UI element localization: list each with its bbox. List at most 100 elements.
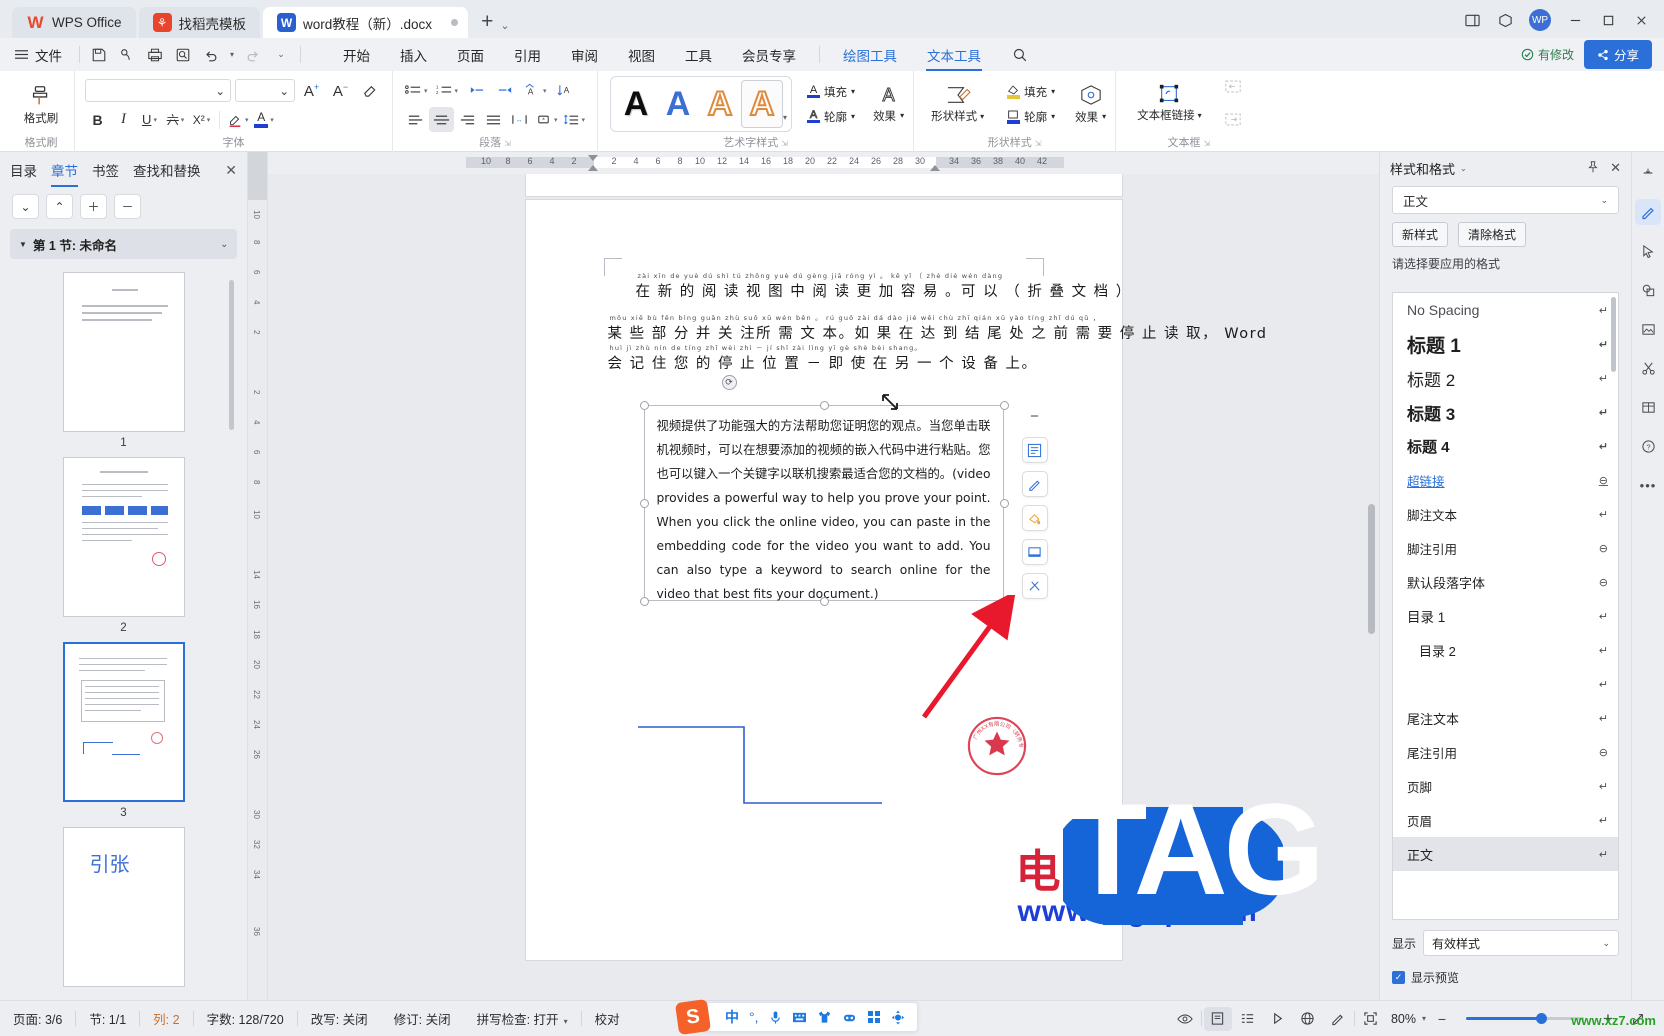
style-item-toc-2[interactable]: 目录 2 ↵ — [1393, 633, 1618, 667]
text-box-content[interactable]: 视频提供了功能强大的方法帮助您证明您的观点。当您单击联机视频时，可以在想要添加的… — [645, 406, 1003, 616]
pinyin-guide-icon[interactable]: A ▾ — [522, 78, 549, 103]
status-revision[interactable]: 修订: 关闭 — [381, 1009, 464, 1028]
pen-icon[interactable] — [1324, 1007, 1352, 1031]
skin-icon[interactable] — [817, 1010, 832, 1024]
wordart-more-caret-icon[interactable]: ▾ — [783, 80, 787, 128]
tab-page[interactable]: 页面 — [442, 40, 499, 70]
number-list-icon[interactable]: 1 2 ▾ — [434, 78, 461, 103]
wordart-sample-selected[interactable]: A — [741, 80, 784, 128]
style-item-footnote-reference[interactable]: 脚注引用 ⊖ — [1393, 531, 1618, 565]
layout-options-icon[interactable] — [1021, 437, 1048, 463]
font-name-select[interactable]: ⌄ — [85, 79, 231, 102]
wordart-fill-button[interactable]: A 填充 ▾ — [802, 81, 860, 103]
zoom-slider-knob[interactable] — [1536, 1013, 1547, 1024]
table-icon[interactable] — [1635, 394, 1661, 420]
style-item-footer[interactable]: 页脚 ↵ — [1393, 769, 1618, 803]
textbox-link-button[interactable]: 文本框链接 ▾ — [1132, 81, 1207, 125]
microphone-icon[interactable] — [769, 1010, 782, 1025]
page-thumbnail[interactable] — [62, 642, 185, 802]
share-button[interactable]: 分享 — [1583, 40, 1652, 69]
edit-pen-icon[interactable] — [1635, 199, 1661, 225]
page-thumbnail[interactable] — [62, 272, 185, 432]
chevron-up-icon[interactable]: ⌃ — [46, 194, 73, 219]
save-icon[interactable] — [85, 43, 113, 67]
wordart-sample-orange[interactable]: A — [699, 80, 741, 128]
section-header[interactable]: ▼ 第 1 节: 未命名 ⌄ — [10, 229, 237, 259]
undo-caret-icon[interactable]: ▾ — [225, 43, 239, 67]
tab-insert[interactable]: 插入 — [385, 40, 442, 70]
tab-member[interactable]: 会员专享 — [727, 40, 811, 70]
tab-view[interactable]: 视图 — [613, 40, 670, 70]
page-thumbnail-list[interactable]: 1 2 3 引张 — [0, 264, 247, 1000]
zoom-level[interactable]: 80% — [1387, 1012, 1420, 1026]
next-textbox-icon[interactable] — [1221, 107, 1246, 132]
zoom-caret-icon[interactable]: ▾ — [1422, 1014, 1426, 1023]
line-spacing-icon[interactable]: ▾ — [561, 107, 588, 132]
thumbnail-item[interactable]: 引张 — [0, 827, 247, 987]
vertical-align-icon[interactable]: ▾ — [533, 107, 560, 132]
document-line-1[interactable]: 在 新 的 阅 读 视 图 中 阅 读 更 加 容 易 。可 以 （ 折 叠 文… — [636, 280, 1132, 301]
dialog-launcher-icon[interactable]: ⇲ — [781, 135, 788, 152]
highlight-color-button[interactable]: ▾ — [225, 107, 251, 132]
resize-handle-mr[interactable] — [999, 499, 1009, 508]
style-item-body-text[interactable]: 正文 ↵ — [1393, 837, 1618, 871]
status-column[interactable]: 列: 2 — [140, 1009, 192, 1028]
align-right-icon[interactable] — [455, 107, 480, 132]
file-menu-button[interactable]: 文件 — [0, 45, 74, 65]
document-page[interactable]: zài xīn de yuè dú shì tú zhōng yuè dú gè… — [525, 200, 1266, 960]
horizontal-ruler[interactable]: 10 8 6 4 2 2 4 6 8 10 12 14 16 18 20 22 … — [268, 152, 1379, 174]
nav-tab-sections[interactable]: 章节 — [51, 152, 78, 189]
image-icon[interactable] — [1635, 316, 1661, 342]
scissors-icon[interactable] — [1635, 355, 1661, 381]
bullet-list-icon[interactable]: ▾ — [403, 78, 430, 103]
minimize-panel-icon[interactable] — [1635, 160, 1661, 186]
pin-icon[interactable] — [1586, 160, 1600, 176]
nav-tab-find-replace[interactable]: 查找和替换 — [133, 152, 201, 189]
chinese-mode-icon[interactable]: 中 — [725, 1007, 739, 1027]
collapse-toolbar-icon[interactable]: − — [1022, 403, 1048, 429]
sort-icon[interactable]: A — [553, 78, 578, 103]
distribute-icon[interactable]: ↔ — [507, 107, 532, 132]
wordart-sample-blue[interactable]: A — [657, 80, 699, 128]
thumbnail-item-selected[interactable]: 3 — [0, 642, 247, 819]
style-item-endnote-reference[interactable]: 尾注引用 ⊖ — [1393, 735, 1618, 769]
close-button[interactable] — [1626, 7, 1656, 33]
style-item-header[interactable]: 页眉 ↵ — [1393, 803, 1618, 837]
input-method-bar[interactable]: S 中 °, — [674, 998, 918, 1036]
document-line-2[interactable]: 某 些 部 分 并 关 注所 需 文 本。如 果 在 达 到 结 尾 处 之 前… — [608, 322, 1268, 343]
underline-button[interactable]: U ▾ — [137, 107, 162, 132]
fill-color-icon[interactable] — [1021, 505, 1048, 531]
status-page[interactable]: 页面: 3/6 — [0, 1009, 75, 1028]
resize-handle-tl[interactable] — [639, 401, 649, 410]
undo-icon[interactable] — [197, 43, 225, 67]
resize-handle-bc[interactable] — [819, 597, 829, 606]
shape-fill-icon[interactable] — [1021, 539, 1048, 565]
robot-icon[interactable] — [842, 1011, 857, 1024]
style-item-comment-box-text[interactable]: ↵ — [1393, 667, 1618, 701]
edit-pen-icon[interactable] — [1021, 471, 1048, 497]
tab-drawing-tools[interactable]: 绘图工具 — [828, 40, 912, 70]
nav-tab-bookmarks[interactable]: 书签 — [92, 152, 119, 189]
style-item-default-paragraph-font[interactable]: 默认段落字体 ⊖ — [1393, 565, 1618, 599]
section-menu-caret-icon[interactable]: ⌄ — [220, 239, 228, 250]
status-spellcheck[interactable]: 拼写检查: 打开 ▾ — [464, 1009, 581, 1028]
style-list[interactable]: No Spacing ↵ 标题 1 ↵ 标题 2 ↵ 标题 3 ↵ 标题 4 ↵ 超链接 ⊖… — [1392, 292, 1619, 920]
align-left-icon[interactable] — [403, 107, 428, 132]
resize-handle-tr[interactable] — [999, 401, 1009, 410]
redo-icon[interactable] — [239, 43, 267, 67]
font-color-button[interactable]: A ▾ — [252, 107, 277, 132]
style-item-heading-4[interactable]: 标题 4 ↵ — [1393, 429, 1618, 463]
previous-textbox-icon[interactable] — [1221, 74, 1246, 99]
style-item-footnote-text[interactable]: 脚注文本 ↵ — [1393, 497, 1618, 531]
status-word-count[interactable]: 字数: 128/720 — [194, 1009, 297, 1028]
tab-reference[interactable]: 引用 — [499, 40, 556, 70]
more-icon[interactable]: ••• — [1635, 472, 1661, 498]
style-item-heading-1[interactable]: 标题 1 ↵ — [1393, 327, 1618, 361]
zoom-out-button[interactable]: − — [1428, 1007, 1456, 1031]
shape-icon[interactable] — [1635, 277, 1661, 303]
vertical-ruler[interactable]: 10 8 6 4 2 2 4 6 8 10 14 16 18 20 22 24 … — [248, 152, 268, 1000]
close-icon[interactable]: ✕ — [225, 162, 237, 179]
print-preview-icon[interactable] — [169, 43, 197, 67]
tab-find-template[interactable]: ⚘ 找稻壳模板 — [138, 7, 261, 38]
superscript-button[interactable]: X² ▾ — [189, 107, 214, 132]
